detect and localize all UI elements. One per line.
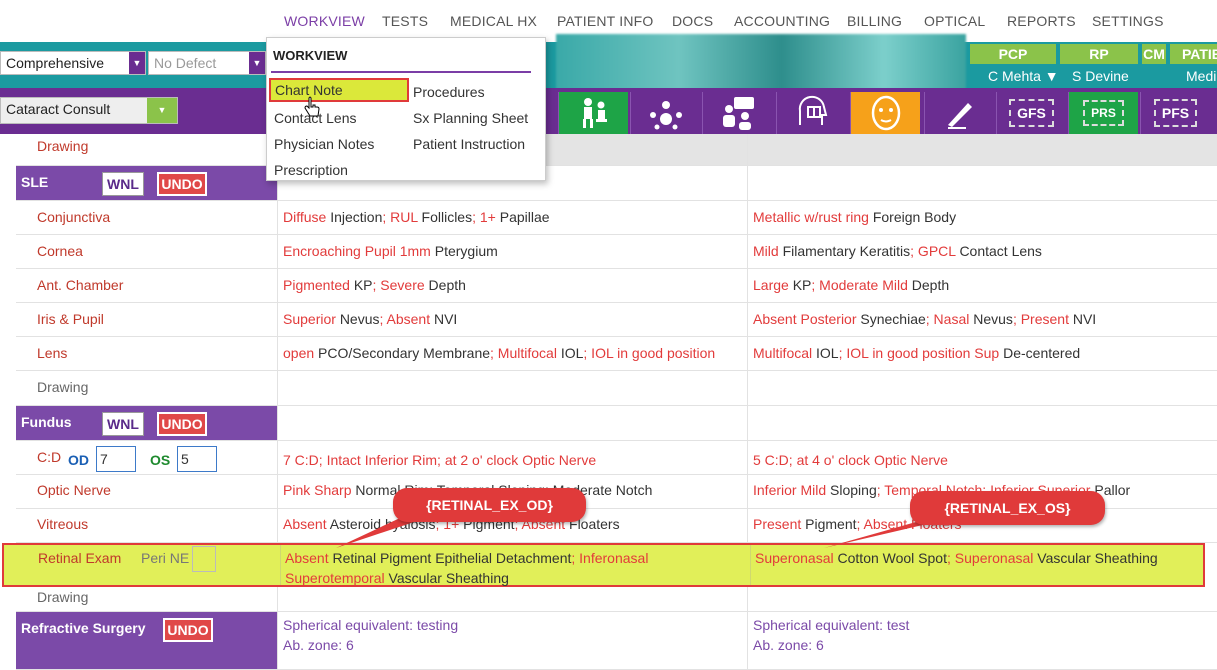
callout-arrows [336, 518, 944, 548]
hand-cursor-icon [304, 96, 320, 117]
workview-dropdown-menu: WORKVIEW Chart Note Contact Lens Physici… [266, 37, 546, 181]
menu-item-patient-instruction[interactable]: Patient Instruction [413, 136, 525, 152]
callout-retinal-od: {RETINAL_EX_OD} [393, 488, 586, 522]
menu-item-chart-note[interactable]: Chart Note [269, 78, 409, 102]
menu-item-procedures[interactable]: Procedures [413, 84, 485, 100]
callout-retinal-os: {RETINAL_EX_OS} [910, 491, 1105, 525]
menu-item-prescription[interactable]: Prescription [274, 162, 348, 178]
menu-item-physician-notes[interactable]: Physician Notes [274, 136, 374, 152]
menu-item-sx-planning-sheet[interactable]: Sx Planning Sheet [413, 110, 528, 126]
menu-title: WORKVIEW [273, 48, 348, 63]
